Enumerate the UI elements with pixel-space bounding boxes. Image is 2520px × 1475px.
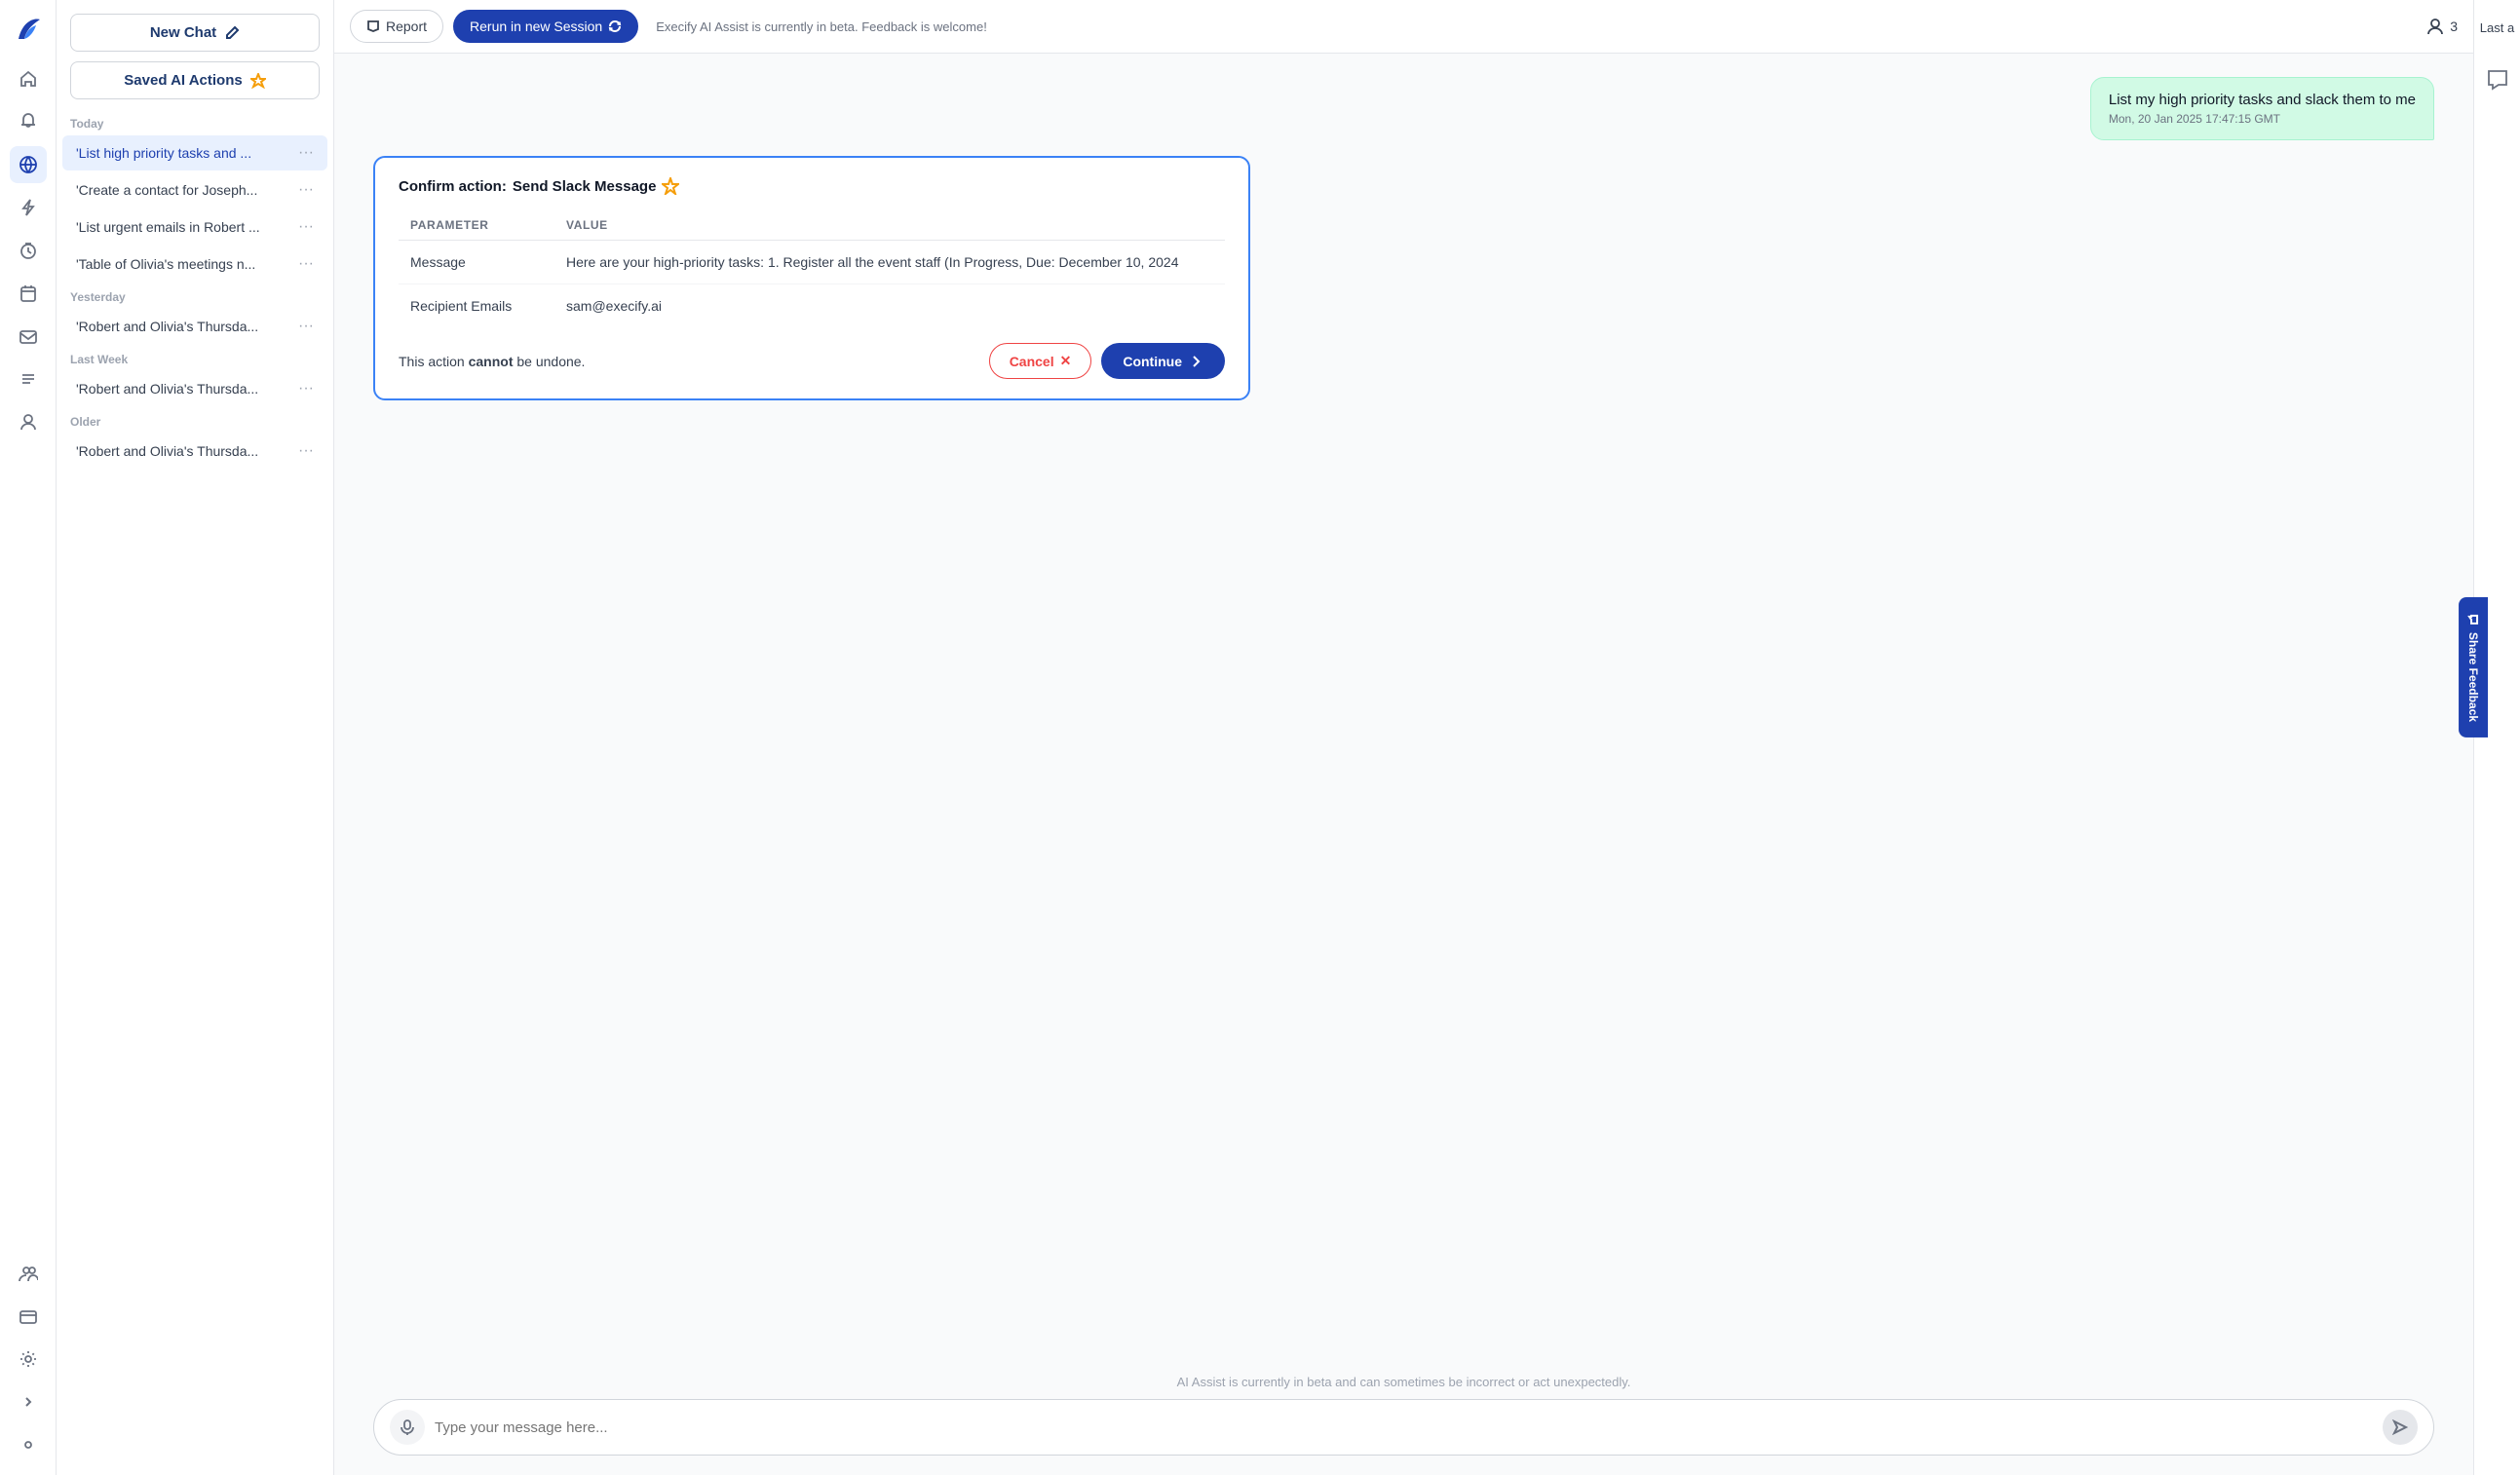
- nav-lightning[interactable]: [10, 189, 47, 226]
- nav-home[interactable]: [10, 60, 47, 97]
- chat-footer: AI Assist is currently in beta and can s…: [334, 1363, 2473, 1475]
- warning-bold: cannot: [469, 354, 514, 369]
- nav-clock[interactable]: [10, 232, 47, 269]
- nav-calendar[interactable]: [10, 275, 47, 312]
- rerun-button[interactable]: Rerun in new Session: [453, 10, 638, 43]
- chat-item[interactable]: 'List high priority tasks and ... ···: [62, 135, 327, 170]
- app-logo[interactable]: [11, 12, 46, 47]
- sidebar-header: New Chat Saved AI Actions: [57, 0, 333, 109]
- continue-button[interactable]: Continue: [1101, 343, 1225, 379]
- nav-mail[interactable]: [10, 318, 47, 355]
- chat-item-menu[interactable]: ···: [298, 255, 314, 273]
- confirm-action-name: Send Slack Message: [513, 177, 680, 195]
- confirm-actions: Cancel ✕ Continue: [989, 343, 1225, 379]
- chat-item-text: 'Robert and Olivia's Thursda...: [76, 319, 298, 334]
- chat-item-menu[interactable]: ···: [298, 181, 314, 199]
- confirm-label: Confirm action:: [399, 178, 507, 195]
- continue-label: Continue: [1123, 354, 1182, 369]
- cancel-button[interactable]: Cancel ✕: [989, 343, 1092, 379]
- chat-item-menu[interactable]: ···: [298, 318, 314, 335]
- nav-extra[interactable]: [10, 1426, 47, 1463]
- right-panel: Last a: [2473, 0, 2520, 1475]
- nav-list[interactable]: [10, 360, 47, 397]
- action-name-text: Send Slack Message: [513, 178, 657, 195]
- chat-item-menu[interactable]: ···: [298, 380, 314, 397]
- params-table: PARAMETER VALUE Message Here are your hi…: [399, 210, 1225, 327]
- cancel-label: Cancel: [1010, 354, 1054, 369]
- report-label: Report: [386, 19, 427, 34]
- col-value: VALUE: [554, 210, 1225, 241]
- right-panel-label: Last a: [2480, 12, 2514, 45]
- chat-item-menu[interactable]: ···: [298, 442, 314, 460]
- report-button[interactable]: Report: [350, 10, 443, 43]
- chat-item[interactable]: 'Robert and Olivia's Thursda... ···: [62, 434, 327, 469]
- confirm-footer: This action cannot be undone. Cancel ✕ C…: [399, 343, 1225, 379]
- user-count[interactable]: 3: [2426, 18, 2458, 35]
- table-row: Recipient Emails sam@execify.ai: [399, 284, 1225, 328]
- chat-item-menu[interactable]: ···: [298, 218, 314, 236]
- nav-card[interactable]: [10, 1298, 47, 1335]
- chat-item[interactable]: 'Robert and Olivia's Thursda... ···: [62, 371, 327, 406]
- chat-bubble-icon[interactable]: [2486, 68, 2509, 96]
- col-parameter: PARAMETER: [399, 210, 554, 241]
- new-chat-button[interactable]: New Chat: [70, 14, 320, 52]
- param-name: Message: [399, 241, 554, 284]
- table-row: Message Here are your high-priority task…: [399, 241, 1225, 284]
- user-message: List my high priority tasks and slack th…: [2090, 77, 2434, 140]
- chat-item-text: 'Create a contact for Joseph...: [76, 182, 298, 198]
- feedback-tab[interactable]: Share Feedback: [2459, 597, 2488, 738]
- chat-item[interactable]: 'Table of Olivia's meetings n... ···: [62, 246, 327, 282]
- chat-item[interactable]: 'List urgent emails in Robert ... ···: [62, 209, 327, 245]
- param-value: sam@execify.ai: [554, 284, 1225, 328]
- chat-item-text: 'Robert and Olivia's Thursda...: [76, 381, 298, 397]
- nav-notifications[interactable]: [10, 103, 47, 140]
- chat-area: List my high priority tasks and slack th…: [334, 54, 2473, 1363]
- warning-text: This action cannot be undone.: [399, 354, 585, 369]
- input-bar: [373, 1399, 2434, 1456]
- user-message-text: List my high priority tasks and slack th…: [2109, 92, 2416, 108]
- nav-expand[interactable]: [10, 1383, 47, 1420]
- saved-actions-label: Saved AI Actions: [124, 72, 242, 89]
- section-today: Today: [57, 109, 333, 134]
- saved-actions-button[interactable]: Saved AI Actions: [70, 61, 320, 99]
- nav-settings[interactable]: [10, 1341, 47, 1378]
- main-content: Report Rerun in new Session Execify AI A…: [334, 0, 2473, 1475]
- beta-notice: Execify AI Assist is currently in beta. …: [656, 19, 987, 34]
- last-activity: Last a: [2480, 20, 2514, 35]
- chat-item[interactable]: 'Robert and Olivia's Thursda... ···: [62, 309, 327, 344]
- user-message-timestamp: Mon, 20 Jan 2025 17:47:15 GMT: [2109, 112, 2416, 126]
- confirm-action-card: Confirm action: Send Slack Message PARAM…: [373, 156, 1250, 400]
- user-count-value: 3: [2450, 19, 2458, 34]
- confirm-title: Confirm action: Send Slack Message: [399, 177, 1225, 195]
- chat-item-text: 'Robert and Olivia's Thursda...: [76, 443, 298, 459]
- chat-item[interactable]: 'Create a contact for Joseph... ···: [62, 172, 327, 208]
- sidebar: New Chat Saved AI Actions Today 'List hi…: [57, 0, 334, 1475]
- param-value: Here are your high-priority tasks: 1. Re…: [554, 241, 1225, 284]
- nav-globe[interactable]: [10, 146, 47, 183]
- param-name: Recipient Emails: [399, 284, 554, 328]
- feedback-label: Share Feedback: [2466, 632, 2480, 722]
- mic-button[interactable]: [390, 1410, 425, 1445]
- nav-contacts[interactable]: [10, 403, 47, 440]
- rerun-label: Rerun in new Session: [470, 19, 602, 34]
- footer-note: AI Assist is currently in beta and can s…: [373, 1375, 2434, 1389]
- section-last-week: Last Week: [57, 345, 333, 370]
- chat-item-text: 'Table of Olivia's meetings n...: [76, 256, 298, 272]
- cancel-icon: ✕: [1060, 353, 1072, 369]
- chat-item-menu[interactable]: ···: [298, 144, 314, 162]
- chat-item-text: 'List high priority tasks and ...: [76, 145, 298, 161]
- chat-item-text: 'List urgent emails in Robert ...: [76, 219, 298, 235]
- icon-bar: [0, 0, 57, 1475]
- send-button[interactable]: [2383, 1410, 2418, 1445]
- section-older: Older: [57, 407, 333, 433]
- nav-team[interactable]: [10, 1255, 47, 1292]
- topbar: Report Rerun in new Session Execify AI A…: [334, 0, 2473, 54]
- section-yesterday: Yesterday: [57, 283, 333, 308]
- message-input[interactable]: [435, 1419, 2373, 1436]
- new-chat-label: New Chat: [150, 24, 216, 41]
